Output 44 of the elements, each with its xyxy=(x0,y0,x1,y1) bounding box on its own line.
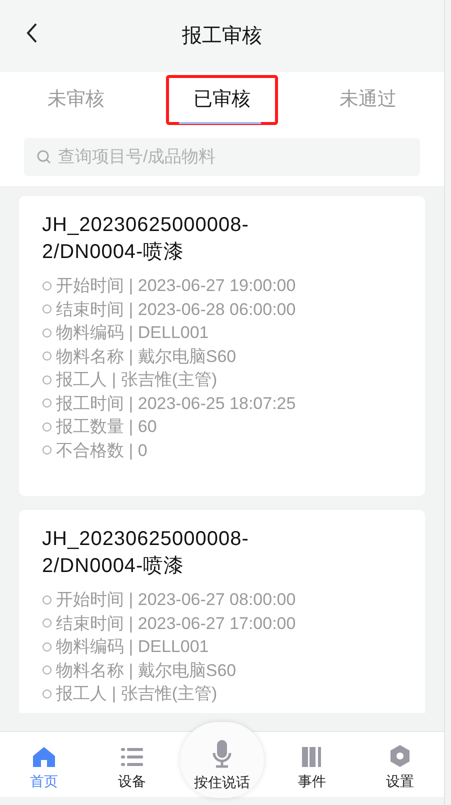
field-text: 不合格数 | 0 xyxy=(56,440,148,462)
circle-icon xyxy=(42,594,52,605)
circle-icon xyxy=(42,351,52,362)
circle-icon xyxy=(42,445,52,456)
nav-item[interactable]: 设置 xyxy=(356,732,444,797)
field-text: 报工人 | 张吉惟(主管) xyxy=(56,369,218,391)
field-text: 开始时间 | 2023-06-27 19:00:00 xyxy=(56,275,296,297)
field-text: 报工数量 | 60 xyxy=(56,416,157,438)
circle-icon xyxy=(42,642,52,652)
home-icon xyxy=(33,747,55,767)
circle-icon xyxy=(42,422,52,432)
circle-icon xyxy=(42,665,52,676)
report-card[interactable]: JH_20230625000008-2/DN0004-喷漆 开始时间 | 2023-06-27 19:00:00 结束时间 | 2023-06-28 06:00:00 物料编码 | DELL001 物料名称 | 戴尔电脑S60 报工人 | 张吉惟(主管) 报工时间 | 2023-06-25 18:07:25 报工数量 | 60 不合格数 | 0 xyxy=(19,196,425,496)
nav-item[interactable]: 按住说话 xyxy=(180,722,264,798)
field-text: 物料编码 | DELL001 xyxy=(56,322,209,344)
field-text: 结束时间 | 2023-06-27 17:00:00 xyxy=(56,612,296,635)
report-card[interactable]: JH_20230625000008-2/DN0004-喷漆 开始时间 | 2023-06-27 08:00:00 结束时间 | 2023-06-27 17:00:00 物料编码 | DELL001 物料名称 | 戴尔电脑S60 报工人 | 张吉惟(主管) xyxy=(19,510,425,713)
tab[interactable]: 已审核 xyxy=(166,75,278,125)
list-icon xyxy=(121,747,143,767)
field-text: 报工时间 | 2023-06-25 18:07:25 xyxy=(56,392,296,415)
circle-icon xyxy=(42,374,52,385)
microphone-icon xyxy=(212,740,232,768)
field-text: 开始时间 | 2023-06-27 08:00:00 xyxy=(56,589,296,611)
card-title: JH_20230625000008-2/DN0004-喷漆 xyxy=(42,527,250,579)
circle-icon xyxy=(42,398,52,408)
field-text: 物料名称 | 戴尔电脑S60 xyxy=(56,660,236,682)
circle-icon xyxy=(42,688,52,699)
page-title: 报工审核 xyxy=(182,24,262,49)
card-title: JH_20230625000008-2/DN0004-喷漆 xyxy=(42,213,250,265)
circle-icon xyxy=(42,280,52,291)
books-icon xyxy=(302,747,322,767)
circle-icon xyxy=(42,618,52,628)
field-text: 物料编码 | DELL001 xyxy=(56,636,209,658)
field-text: 报工人 | 张吉惟(主管) xyxy=(56,683,218,705)
search-field[interactable]: 查询项目号/成品物料 xyxy=(24,138,420,176)
circle-icon xyxy=(42,304,52,314)
nav-item[interactable]: 事件 xyxy=(268,732,356,797)
settings-icon xyxy=(390,745,410,767)
circle-icon xyxy=(42,328,52,338)
nav-item[interactable]: 设备 xyxy=(88,732,176,797)
field-text: 物料名称 | 戴尔电脑S60 xyxy=(56,346,236,368)
field-text: 结束时间 | 2023-06-28 06:00:00 xyxy=(56,298,296,321)
back-icon xyxy=(26,23,38,43)
search-icon xyxy=(37,150,51,164)
